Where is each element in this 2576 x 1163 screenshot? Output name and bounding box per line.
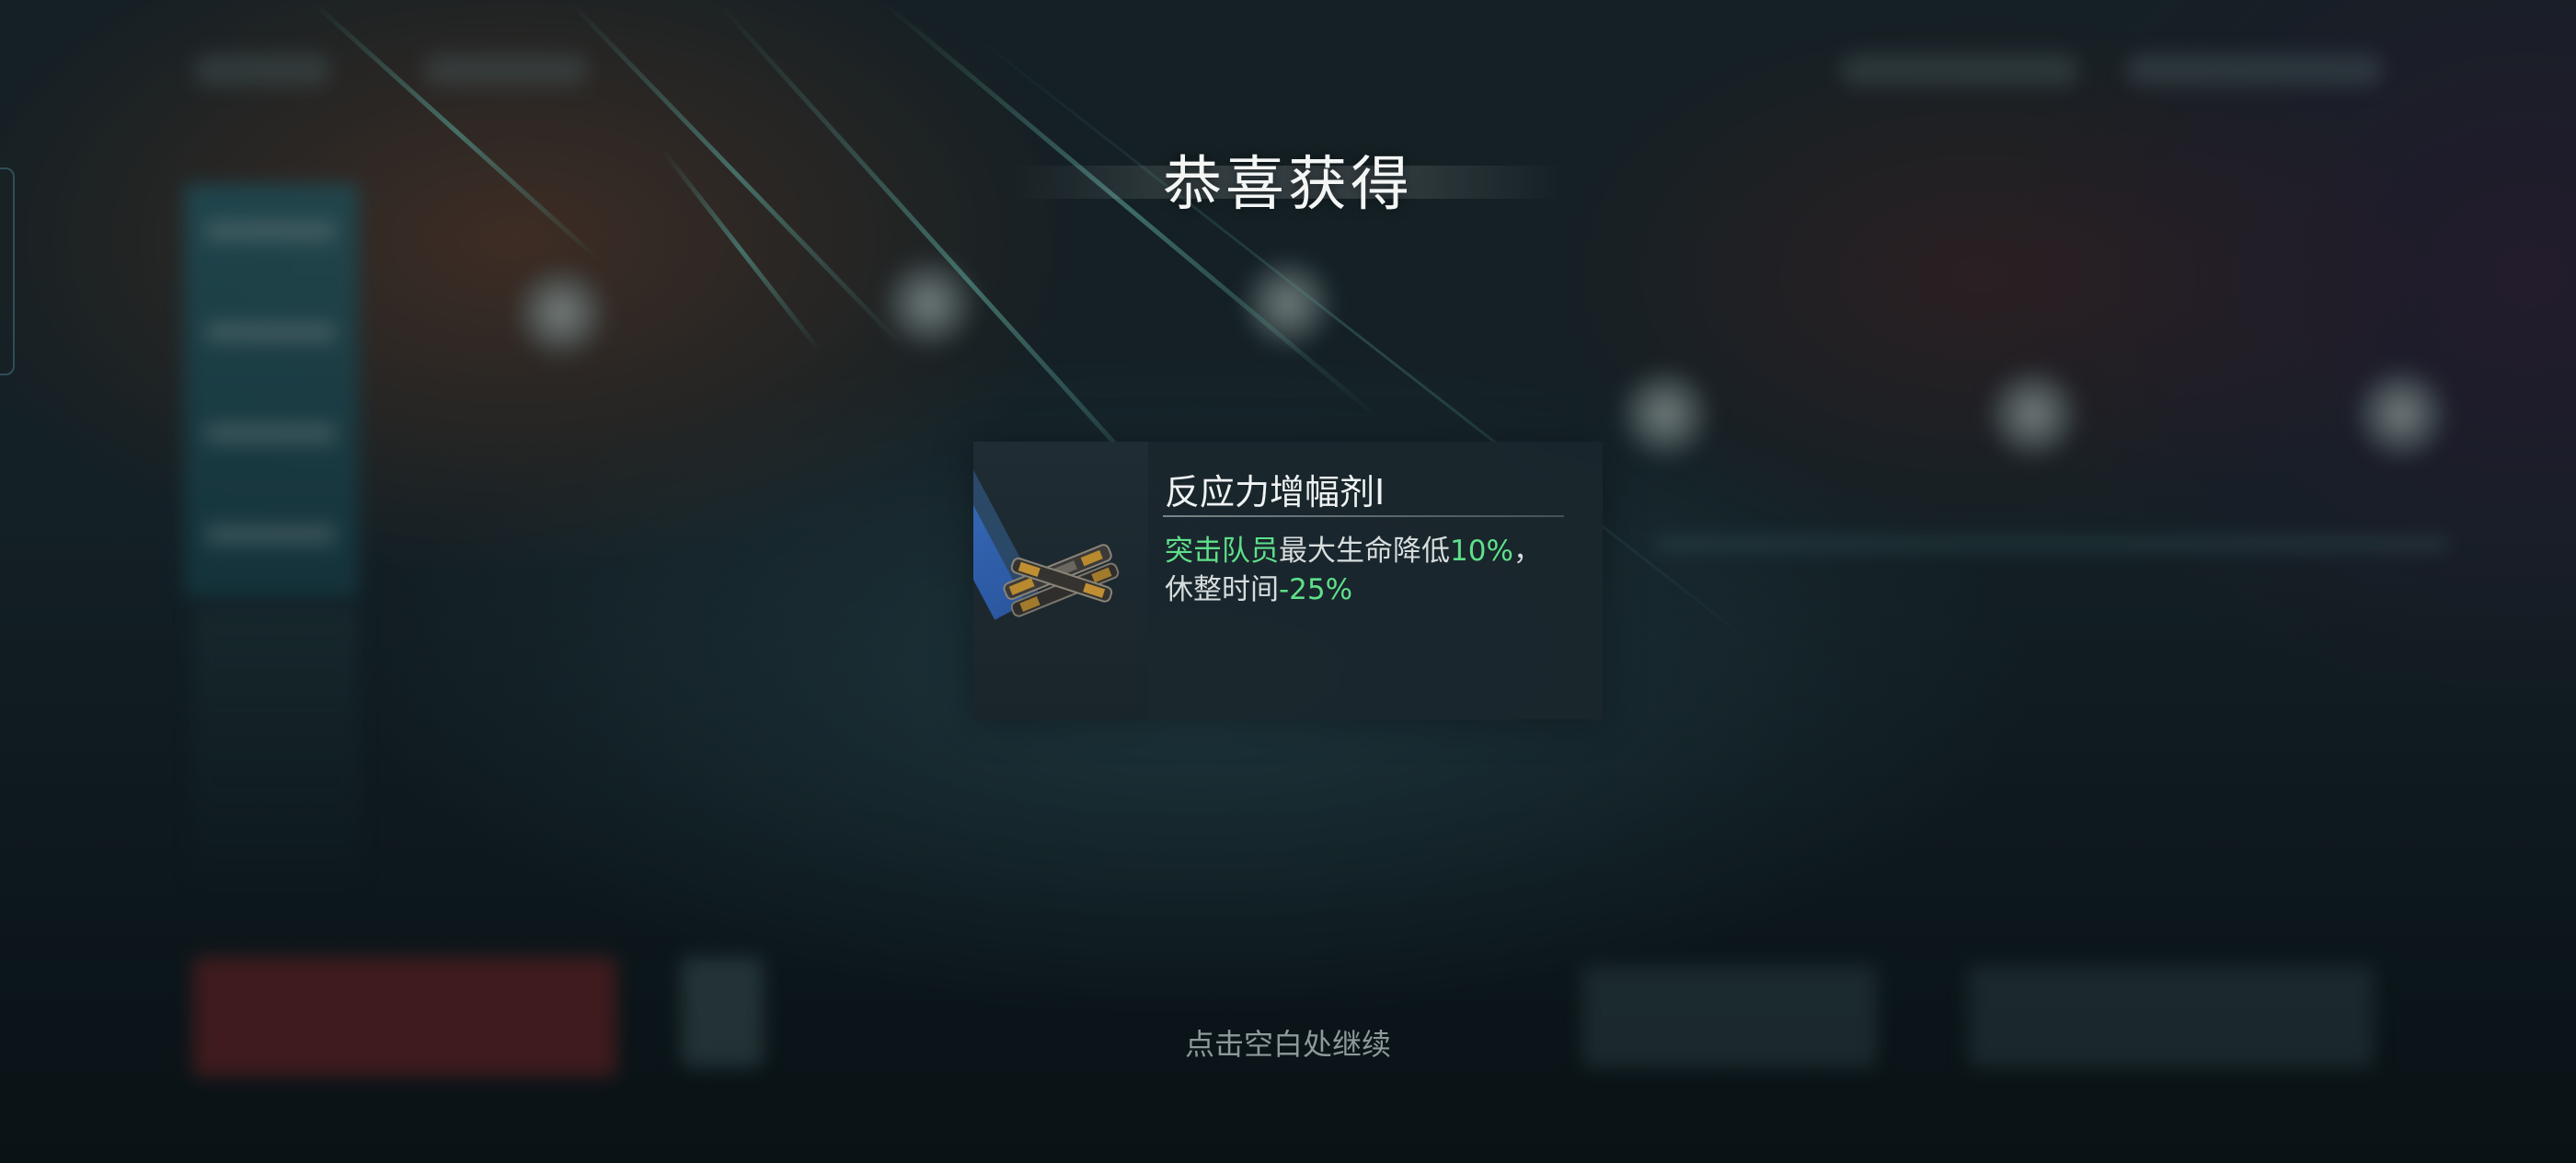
reward-title: 恭喜获得 bbox=[1163, 151, 1413, 219]
desc-effect-text: 最大生命降低 bbox=[1279, 535, 1450, 568]
stimulant-injector-icon bbox=[1003, 544, 1120, 617]
desc-target-unit: 突击队员 bbox=[1165, 535, 1279, 568]
item-divider bbox=[1163, 515, 1564, 517]
item-icon-frame bbox=[973, 442, 1148, 720]
desc-effect-value: 10% bbox=[1450, 535, 1513, 568]
item-name: 反应力增幅剂I bbox=[1165, 472, 1386, 512]
reward-item-card[interactable]: 反应力增幅剂I 突击队员最大生命降低10%，休整时间-25% bbox=[973, 442, 1603, 720]
desc-effect-value-2: -25% bbox=[1279, 573, 1353, 606]
reward-screen[interactable]: 恭喜获得 反应力增幅剂I 突击队员最大生命降低10%，休整时间-25% 点击空白… bbox=[0, 0, 2576, 1163]
continue-hint: 点击空白处继续 bbox=[1184, 1027, 1391, 1062]
reward-title-banner: 恭喜获得 bbox=[1012, 138, 1564, 221]
item-description: 突击队员最大生命降低10%，休整时间-25% bbox=[1165, 532, 1570, 609]
